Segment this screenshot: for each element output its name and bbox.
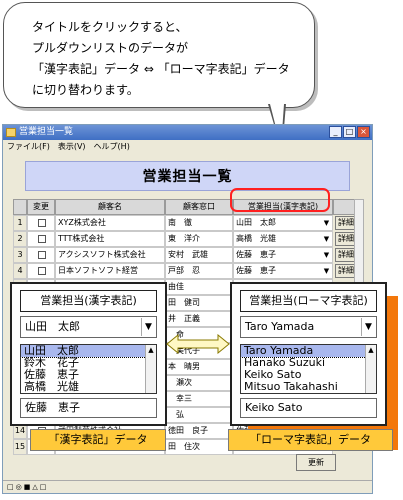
- romaji-panel-header[interactable]: 営業担当(ローマ字表記): [240, 290, 377, 312]
- scroll-up-icon[interactable]: ▲: [146, 345, 156, 355]
- chevron-down-icon[interactable]: ▼: [322, 217, 331, 229]
- contact-cell: 瀬次: [165, 375, 233, 391]
- maximize-button[interactable]: □: [343, 126, 356, 138]
- kanji-bottom-value[interactable]: 佐藤 恵子: [20, 398, 157, 418]
- contact-cell: 田 住次: [165, 439, 233, 455]
- chevron-down-icon[interactable]: ▼: [322, 233, 331, 245]
- contact-cell: 由佳: [165, 279, 233, 295]
- table-row: 2 TTT株式会社東 洋介 高橋 光雄 ▼ 詳細: [13, 231, 361, 247]
- header-highlight: [230, 188, 330, 212]
- chevron-down-icon[interactable]: ▼: [322, 265, 331, 277]
- list-scrollbar[interactable]: ▲: [145, 345, 156, 393]
- table-row: 3 アクシスソフト株式会社 安村 武雄 佐藤 恵子 ▼ 詳細: [13, 247, 361, 263]
- change-cell: [27, 247, 55, 263]
- kanji-dropdown-list[interactable]: 山田 太郎 鈴木 花子 佐藤 恵子 高橋 光雄 ▲: [20, 344, 157, 394]
- contact-cell: 幸三: [165, 391, 233, 407]
- row-number: 15: [13, 439, 27, 455]
- row-number: 2: [13, 231, 27, 247]
- kanji-caption: 「漢字表記」データ: [30, 429, 166, 451]
- scroll-up-icon[interactable]: ▲: [366, 345, 376, 355]
- romaji-panel: 営業担当(ローマ字表記) Taro Yamada ▼ Taro Yamada H…: [230, 282, 387, 426]
- sales-cell[interactable]: 佐藤 恵子▼: [233, 247, 333, 263]
- change-cell: [27, 231, 55, 247]
- list-item[interactable]: 高橋 光雄: [21, 381, 156, 393]
- checkbox-icon[interactable]: [38, 235, 46, 243]
- contact-cell: 東 洋介: [165, 231, 233, 247]
- checkbox-icon[interactable]: [38, 251, 46, 259]
- double-arrow-icon: [166, 334, 230, 354]
- checkbox-icon[interactable]: [38, 267, 46, 275]
- column-header-change[interactable]: 変更: [27, 199, 55, 215]
- change-cell: [27, 215, 55, 231]
- romaji-combo-value: Taro Yamada: [245, 320, 315, 333]
- customer-cell: XYZ株式会社: [55, 215, 165, 231]
- menu-file[interactable]: ファイル(F): [7, 140, 50, 153]
- title-bar[interactable]: 営業担当一覧 _ □ ×: [3, 125, 372, 140]
- minimize-button[interactable]: _: [329, 126, 342, 138]
- menu-view[interactable]: 表示(V): [58, 140, 86, 153]
- form-title: 営業担当一覧: [25, 161, 350, 191]
- speech-bubble: タイトルをクリックすると、 プルダウンリストのデータが 「漢字表記」データ ⇔ …: [3, 2, 315, 108]
- kanji-combo[interactable]: 山田 太郎 ▼: [20, 316, 157, 338]
- list-item[interactable]: Mitsuo Takahashi: [241, 381, 376, 393]
- romaji-bottom-value[interactable]: Keiko Sato: [240, 398, 377, 418]
- row-number: 3: [13, 247, 27, 263]
- window-controls: _ □ ×: [329, 126, 370, 138]
- chevron-down-icon[interactable]: ▼: [322, 249, 331, 261]
- bubble-line: に切り替わります。: [32, 83, 139, 97]
- window-title: 営業担当一覧: [19, 127, 74, 137]
- contact-cell: 田 健司: [165, 295, 233, 311]
- bubble-line: プルダウンリストのデータが: [32, 41, 189, 55]
- app-icon: [6, 128, 16, 137]
- bubble-line: タイトルをクリックすると、: [32, 20, 188, 34]
- change-cell: [27, 263, 55, 279]
- table-row: 1 XYZ株式会社南 徹山田 太郎 ▼ 詳細: [13, 215, 361, 231]
- chevron-down-icon[interactable]: ▼: [141, 318, 155, 336]
- sales-cell[interactable]: 山田 太郎 ▼: [233, 215, 333, 231]
- bubble-line: 「漢字表記」データ ⇔ 「ローマ字表記」データ: [32, 62, 290, 76]
- row-number: 1: [13, 215, 27, 231]
- contact-cell: 安村 武雄: [165, 247, 233, 263]
- close-button[interactable]: ×: [357, 126, 370, 138]
- checkbox-icon[interactable]: [38, 219, 46, 227]
- romaji-caption: 「ローマ字表記」データ: [228, 429, 393, 451]
- list-scrollbar[interactable]: ▲: [365, 345, 376, 393]
- sales-cell[interactable]: 高橋 光雄 ▼: [233, 231, 333, 247]
- contact-cell: 徳田 良子: [165, 423, 233, 439]
- romaji-combo[interactable]: Taro Yamada ▼: [240, 316, 377, 338]
- column-header-customer[interactable]: 顧客名: [55, 199, 165, 215]
- sales-cell[interactable]: 佐藤 恵子▼: [233, 263, 333, 279]
- contact-cell: 弘: [165, 407, 233, 423]
- customer-cell: アクシスソフト株式会社: [55, 247, 165, 263]
- contact-cell: 戸部 忍: [165, 263, 233, 279]
- row-number: 4: [13, 263, 27, 279]
- customer-cell: TTT株式会社: [55, 231, 165, 247]
- contact-cell: 本 晴男: [165, 359, 233, 375]
- kanji-combo-value: 山田 太郎: [25, 320, 80, 333]
- update-button[interactable]: 更新: [296, 454, 336, 471]
- customer-cell: 日本ソフトソフト経営: [55, 263, 165, 279]
- status-bar: □◎■△□: [3, 480, 372, 493]
- contact-cell: 井 正義: [165, 311, 233, 327]
- kanji-panel-header[interactable]: 営業担当(漢字表記): [20, 290, 157, 312]
- contact-cell: 南 徹: [165, 215, 233, 231]
- row-number-header: [13, 199, 27, 215]
- bubble-text: タイトルをクリックすると、 プルダウンリストのデータが 「漢字表記」データ ⇔ …: [32, 17, 290, 101]
- table-row: 4 日本ソフトソフト経営 戸部 忍佐藤 恵子 ▼ 詳細: [13, 263, 361, 279]
- chevron-down-icon[interactable]: ▼: [361, 318, 375, 336]
- menu-bar: ファイル(F) 表示(V) ヘルプ(H): [3, 140, 372, 153]
- romaji-dropdown-list[interactable]: Taro Yamada Hanako Suzuki Keiko Sato Mit…: [240, 344, 377, 394]
- menu-help[interactable]: ヘルプ(H): [94, 140, 130, 153]
- kanji-panel: 営業担当(漢字表記) 山田 太郎 ▼ 山田 太郎 鈴木 花子 佐藤 恵子 高橋 …: [10, 282, 167, 426]
- column-header-contact[interactable]: 顧客窓口: [165, 199, 233, 215]
